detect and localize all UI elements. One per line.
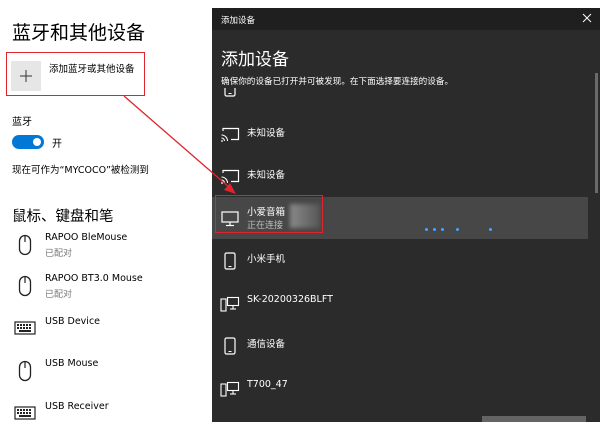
dialog-subtitle: 确保你的设备已打开并可被发现。在下面选择要连接的设备。 [221,77,454,87]
dialog-titlebar[interactable]: 添加设备 [212,8,600,30]
keyboard-icon [12,406,38,432]
device-status: 已配对 [45,290,73,300]
bluetooth-toggle[interactable] [12,135,44,149]
device-name: USB Device [45,316,101,327]
bottom-bar [482,416,586,422]
paired-device-item[interactable]: RAPOO BT3.0 Mouse 已配对 [12,273,212,309]
paired-device-item[interactable]: RAPOO BleMouse 已配对 [12,232,212,268]
device-name: RAPOO BT3.0 Mouse [45,273,143,284]
device-list-item[interactable] [212,88,588,108]
keyboard-icon [12,321,38,347]
device-list-item-name: 小米手机 [247,254,286,265]
dialog-heading: 添加设备 [221,50,289,70]
cast-display-icon [219,125,241,145]
progress-indicator [425,228,497,232]
paired-device-item[interactable]: USB Device [12,316,212,352]
close-icon [582,13,592,23]
device-name: RAPOO BleMouse [45,232,128,243]
phone-icon [219,336,241,356]
device-list-item-name: 未知设备 [247,128,286,139]
paired-device-item[interactable]: USB Mouse [12,358,212,394]
cast-display-icon [219,167,241,187]
device-list-item[interactable]: 未知设备 [212,155,588,197]
close-button[interactable] [580,11,594,25]
device-name: USB Receiver [45,401,109,412]
paired-device-item[interactable]: USB Receiver [12,401,212,437]
page-title: 蓝牙和其他设备 [12,22,146,44]
phone-icon [219,88,241,98]
computer-icon [219,379,241,399]
phone-icon [219,251,241,271]
bluetooth-label: 蓝牙 [12,117,32,128]
mouse-icon [12,275,38,301]
device-list-item-name: 通信设备 [247,339,286,350]
device-list-item[interactable]: T700_47 [212,367,588,409]
computer-icon [219,294,241,314]
device-list-item-name: 未知设备 [247,170,286,181]
section-title-mouse-keyboard-pen: 鼠标、键盘和笔 [12,209,114,225]
device-status: 已配对 [45,249,73,259]
device-list-item[interactable]: SK-20200326BLFT [212,282,588,324]
device-list-item-name: SK-20200326BLFT [247,294,333,305]
scrollbar[interactable] [595,73,598,193]
mouse-icon [12,360,38,386]
device-list: 未知设备 未知设备 小爱音箱 正在连接 小米手机 SK-20200326BLFT… [212,88,600,422]
device-list-item[interactable]: 小米手机 [212,239,588,281]
device-name: USB Mouse [45,358,99,369]
mouse-icon [12,234,38,260]
device-list-item[interactable]: 未知设备 [212,113,588,155]
bluetooth-toggle-state: 开 [52,139,62,150]
device-list-item[interactable]: 通信设备 [212,324,588,366]
settings-page: 蓝牙和其他设备 添加蓝牙或其他设备 蓝牙 开 现在可作为“MYCOCO”被检测到… [0,0,212,422]
dialog-window-title: 添加设备 [221,16,256,26]
annotation-box-add-device [6,52,145,96]
discoverable-text: 现在可作为“MYCOCO”被检测到 [12,165,149,176]
annotation-box-selected-device [215,195,323,233]
device-list-item-name: T700_47 [247,379,288,390]
